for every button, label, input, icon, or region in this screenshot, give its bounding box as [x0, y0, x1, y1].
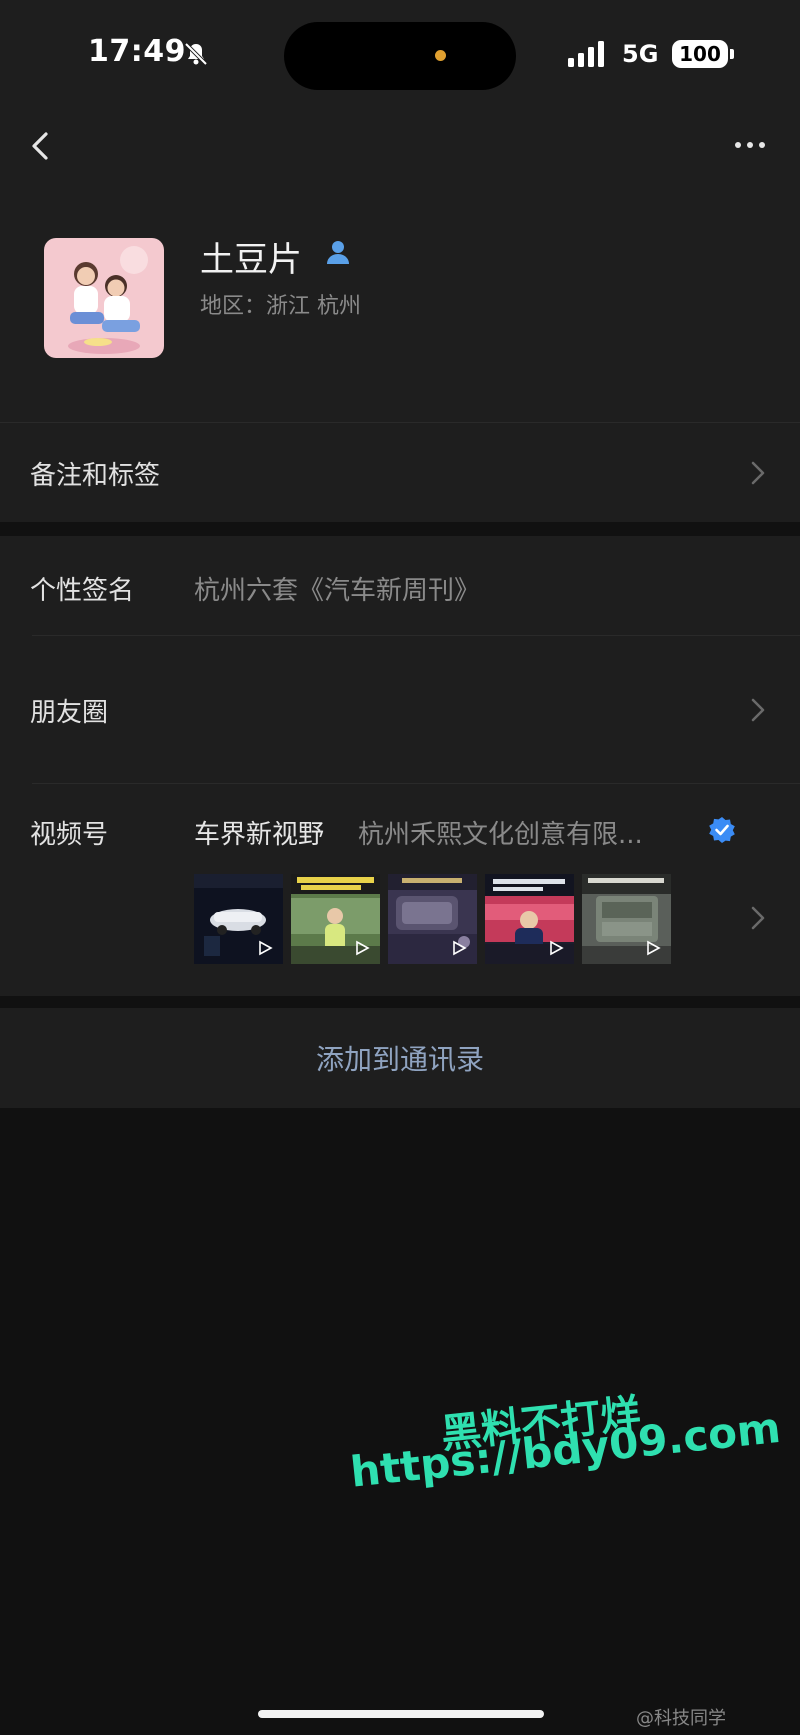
play-icon — [259, 940, 273, 956]
dynamic-island — [284, 22, 516, 90]
status-bar: 17:49 5G 100 — [0, 0, 800, 110]
notes-tags-row[interactable]: 备注和标签 — [0, 422, 800, 522]
add-to-contacts-label: 添加到通讯录 — [315, 1043, 484, 1076]
privacy-indicator-dot — [435, 50, 446, 61]
notes-tags-label: 备注和标签 — [30, 461, 161, 491]
verified-badge-icon — [709, 817, 735, 843]
home-indicator[interactable] — [258, 1710, 544, 1718]
channel-name: 车界新视野 — [194, 820, 325, 850]
video-thumbnail[interactable] — [485, 874, 574, 964]
add-to-contacts-button[interactable]: 添加到通讯录 — [0, 1008, 800, 1108]
play-icon — [647, 940, 661, 956]
channels-row[interactable]: 视频号 车界新视野 杭州禾熙文化创意有限... — [0, 784, 800, 996]
cellular-signal-icon — [568, 41, 604, 67]
clock-time: 17:49 — [88, 34, 186, 69]
signature-value: 杭州六套《汽车新周刊》 — [194, 576, 481, 606]
video-thumbnail[interactable] — [388, 874, 477, 964]
contact-name: 土豆片 — [200, 240, 302, 280]
channel-organization: 杭州禾熙文化创意有限... — [358, 820, 643, 850]
moments-label: 朋友圈 — [30, 698, 109, 728]
chevron-right-icon — [751, 906, 765, 930]
contact-region: 地区：浙江 杭州 — [200, 294, 361, 319]
signature-row: 个性签名 杭州六套《汽车新周刊》 — [0, 536, 800, 636]
more-options-icon[interactable] — [730, 130, 770, 160]
section-gap — [0, 522, 800, 536]
play-icon — [550, 940, 564, 956]
profile-header: 土豆片 地区：浙江 杭州 — [0, 190, 800, 422]
play-icon — [356, 940, 370, 956]
section-gap — [0, 996, 800, 1008]
channel-thumbnails — [194, 874, 671, 964]
channels-label: 视频号 — [30, 820, 109, 850]
nav-bar — [0, 110, 800, 190]
chevron-right-icon — [751, 461, 765, 485]
person-tag-icon — [327, 241, 349, 264]
play-icon — [453, 940, 467, 956]
bell-muted-icon — [184, 42, 208, 66]
chevron-right-icon — [751, 698, 765, 722]
moments-row[interactable]: 朋友圈 — [0, 636, 800, 784]
battery-tip — [730, 49, 734, 59]
back-chevron-icon[interactable] — [26, 126, 56, 166]
signature-label: 个性签名 — [30, 576, 135, 606]
network-type: 5G — [622, 40, 659, 68]
video-thumbnail[interactable] — [194, 874, 283, 964]
battery-icon: 100 — [672, 40, 728, 68]
video-thumbnail[interactable] — [582, 874, 671, 964]
video-thumbnail[interactable] — [291, 874, 380, 964]
weibo-watermark: @科技同学 — [636, 1708, 726, 1729]
avatar[interactable] — [44, 238, 164, 358]
